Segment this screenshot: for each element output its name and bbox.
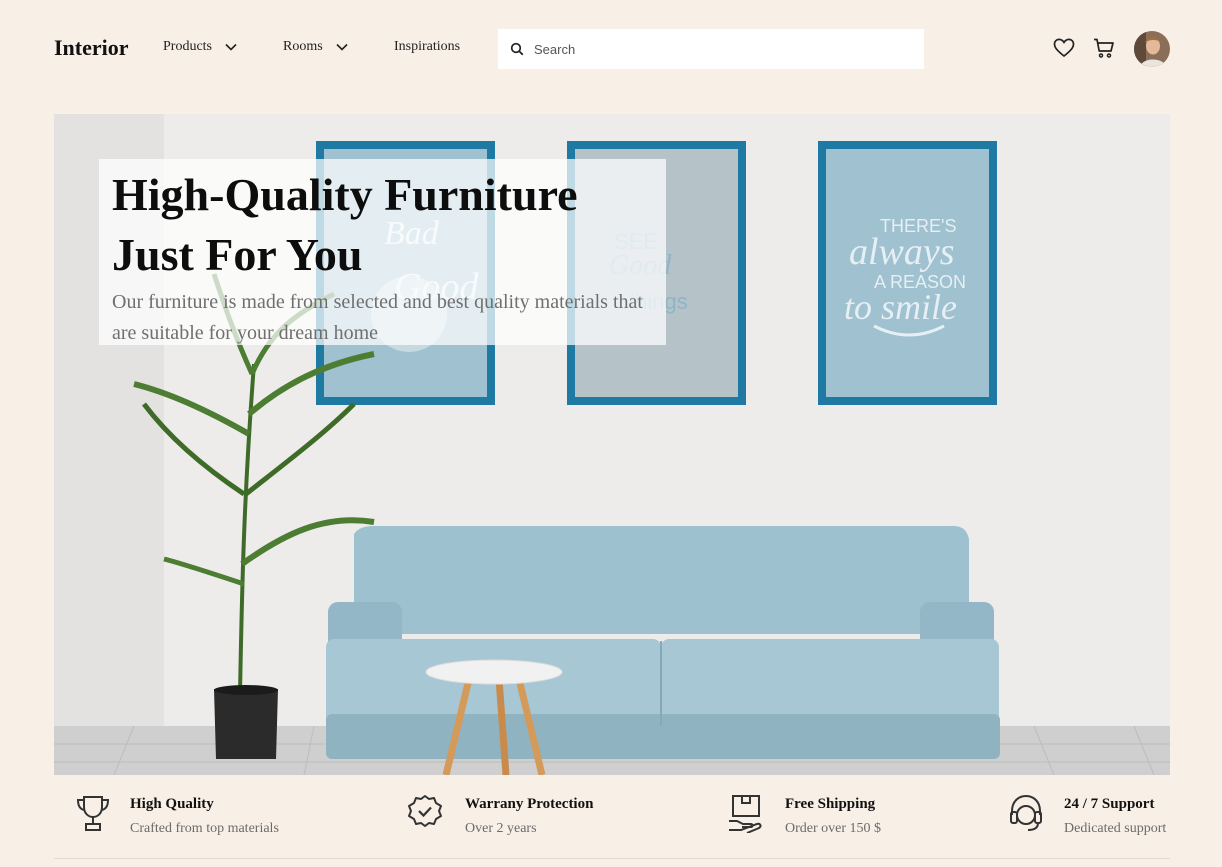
svg-text:always: always [849,231,955,273]
top-header: Interior Products Rooms Inspirations [0,0,1222,97]
heart-icon[interactable] [1052,36,1076,60]
hero-title-line2: Just For You [112,229,363,280]
poster-frame: THERE'S always A REASON to smile [818,141,997,405]
feature-title: Free Shipping [785,796,876,812]
cart-icon[interactable] [1092,36,1116,60]
search-icon [510,42,524,56]
nav-inspirations-label: Inspirations [394,39,461,54]
feature-title: 24 / 7 Support [1064,796,1155,812]
headset-icon [1010,794,1042,831]
nav-rooms[interactable]: Rooms [283,39,349,55]
feature-subtitle: Crafted from top materials [130,821,279,836]
hero-text-box: High-Quality Furniture Just For You Our … [99,159,666,345]
avatar[interactable] [1134,31,1170,67]
feature-title: High Quality [130,796,214,812]
feature-subtitle: Order over 150 $ [785,821,882,836]
badge-check-icon [408,795,442,827]
sofa [326,526,1000,759]
chevron-down-icon [336,43,348,51]
svg-text:to smile: to smile [844,287,957,327]
trophy-icon [76,796,110,831]
hero-title-line1: High-Quality Furniture [112,169,578,220]
search-input[interactable] [534,41,894,57]
nav-inspirations[interactable]: Inspirations [394,39,460,55]
hero-subtitle: Our furniture is made from selected and … [112,291,643,344]
nav-rooms-label: Rooms [283,39,323,54]
package-hand-icon [729,795,762,833]
chevron-down-icon [225,43,237,51]
logo[interactable]: Interior [54,35,129,61]
feature-title: Warrany Protection [465,796,594,812]
search-bar[interactable] [498,29,924,69]
nav-products[interactable]: Products [163,39,238,55]
feature-subtitle: Dedicated support [1064,821,1167,836]
feature-subtitle: Over 2 years [465,821,537,836]
nav-products-label: Products [163,39,212,54]
hero-banner: Bad Good SEE Good things THERE'S always … [54,114,1170,775]
divider [54,858,1170,859]
